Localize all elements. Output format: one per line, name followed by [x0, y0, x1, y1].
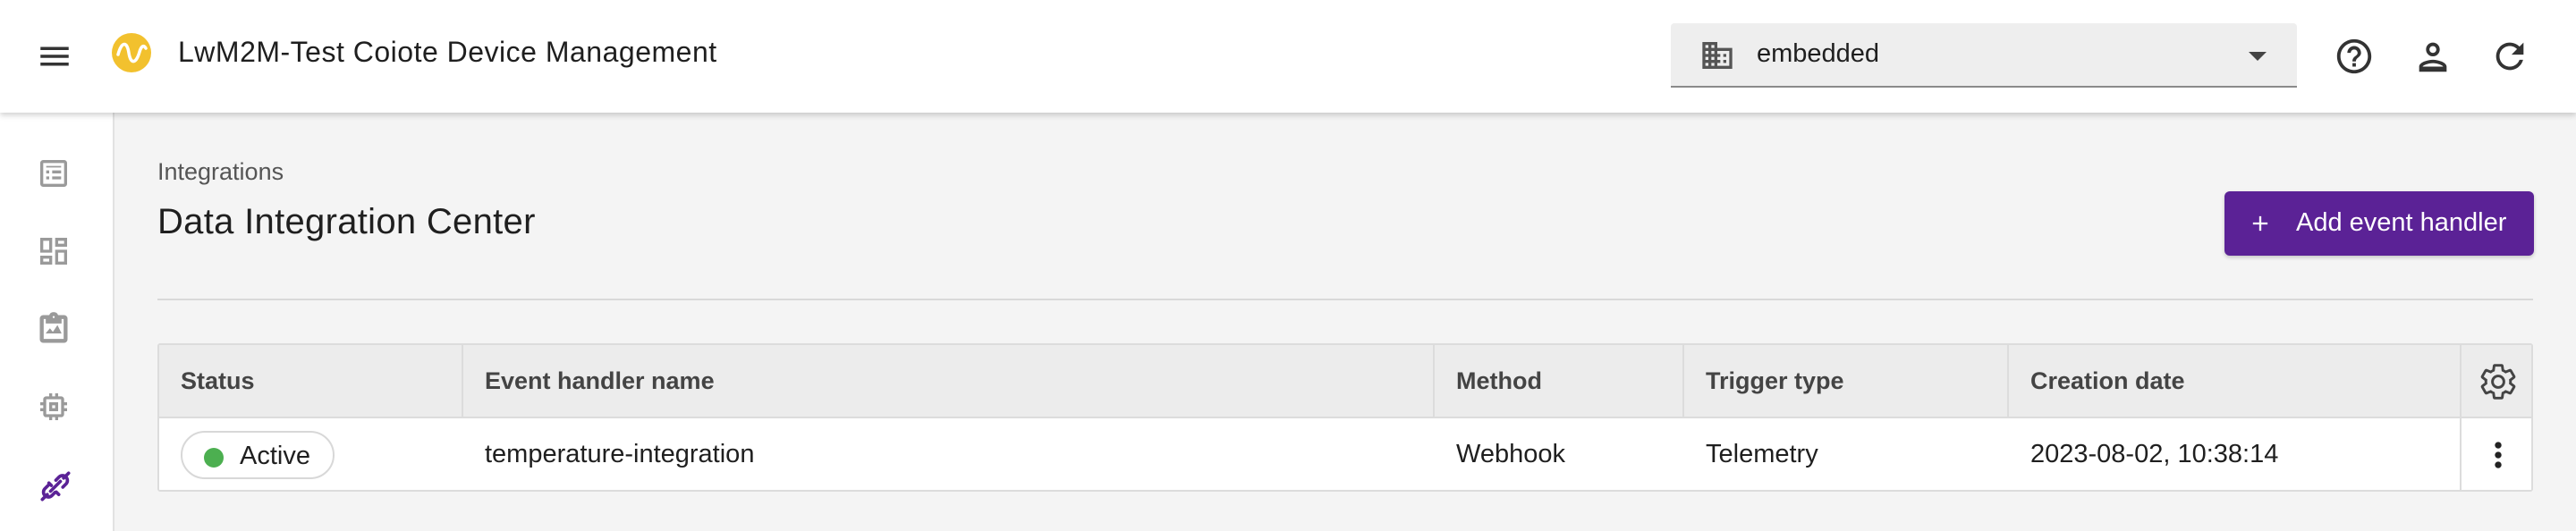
building-icon [1699, 38, 1735, 73]
menu-icon[interactable] [36, 38, 73, 75]
method-cell: Webhook [1456, 440, 1565, 468]
account-icon[interactable] [2412, 36, 2453, 77]
top-app-bar: LwM2M-Test Coiote Device Management embe… [0, 0, 2576, 113]
event-handlers-table: Status Event handler name Method Trigger… [157, 343, 2533, 492]
gear-icon [2480, 364, 2516, 400]
help-icon[interactable] [2334, 36, 2375, 77]
table-icon[interactable] [36, 156, 77, 197]
column-header-status[interactable]: Status [159, 345, 462, 418]
integration-link-icon[interactable] [36, 467, 77, 508]
divider [157, 299, 2533, 300]
add-event-handler-label: Add event handler [2296, 208, 2507, 237]
trigger-type-cell: Telemetry [1706, 440, 1818, 468]
page-title: Data Integration Center [157, 202, 536, 241]
add-event-handler-button[interactable]: Add event handler [2224, 191, 2534, 256]
table-header: Status Event handler name Method Trigger… [159, 345, 2531, 418]
column-header-method[interactable]: Method [1435, 345, 1683, 418]
chevron-down-icon [2249, 52, 2267, 61]
creation-date-cell: 2023-08-02, 10:38:14 [2030, 440, 2279, 468]
column-header-creation-date[interactable]: Creation date [2009, 345, 2462, 418]
table-row[interactable]: Active temperature-integration Webhook T… [159, 418, 2531, 490]
monitoring-clipboard-icon[interactable] [36, 311, 77, 352]
dashboard-icon[interactable] [36, 233, 77, 274]
chip-icon[interactable] [36, 389, 77, 430]
status-cell: Active [159, 418, 462, 490]
app-title: LwM2M-Test Coiote Device Management [178, 36, 717, 68]
table-settings-button[interactable] [2460, 345, 2531, 418]
status-label: Active [240, 442, 310, 470]
plus-icon [2248, 211, 2273, 236]
refresh-icon[interactable] [2489, 36, 2530, 77]
breadcrumb[interactable]: Integrations [157, 158, 284, 186]
column-header-trigger-type[interactable]: Trigger type [1684, 345, 2007, 418]
more-vert-icon [2495, 442, 2502, 468]
tenant-select[interactable]: embedded [1671, 23, 2297, 88]
column-header-name[interactable]: Event handler name [463, 345, 1433, 418]
row-actions-button[interactable] [2460, 418, 2531, 490]
side-navigation [0, 113, 114, 531]
tenant-select-value: embedded [1757, 39, 1880, 68]
status-badge: Active [181, 431, 335, 479]
name-cell: temperature-integration [485, 440, 755, 468]
status-dot-icon [204, 448, 224, 468]
app-logo-icon [111, 32, 152, 73]
